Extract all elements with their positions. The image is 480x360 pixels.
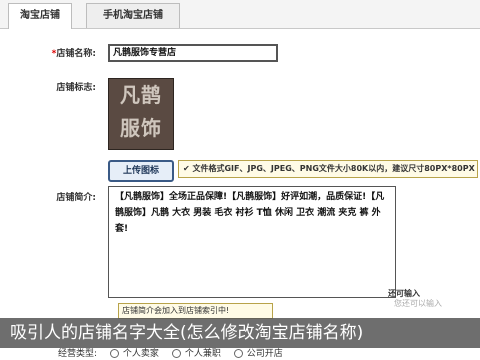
shop-logo-image: 凡鹊 服饰 <box>108 78 174 150</box>
tab-bar: 淘宝店铺 手机淘宝店铺 <box>0 0 480 29</box>
radio-part-time[interactable] <box>171 349 181 358</box>
logo-text-line1: 凡鹊 <box>120 83 162 107</box>
shop-intro-label: 店铺简介: <box>56 193 96 203</box>
radio-individual[interactable] <box>109 349 119 358</box>
business-type-label: 经营类型: <box>58 349 98 359</box>
tab-taobao-shop[interactable]: 淘宝店铺 <box>8 3 72 29</box>
shop-name-label: *店铺名称: <box>51 49 96 59</box>
radio-part-time-label: 个人兼职 <box>184 349 221 359</box>
index-tip: 店铺简介会加入到店铺索引中! <box>118 303 273 319</box>
radio-company-label: 公司开店 <box>246 349 283 359</box>
upload-logo-button[interactable]: 上传图标 <box>108 160 174 182</box>
article-title-banner: 吸引人的店铺名字大全(怎么修改淘宝店铺名称) <box>0 318 480 348</box>
upload-tip: ✔ 文件格式GIF、JPG、JPEG、PNG文件大小80K以内，建议尺寸80PX… <box>178 160 478 178</box>
shop-intro-textarea[interactable]: 【凡鹊服饰】全场正品保障!【凡鹊服饰】好评如潮，品质保证!【凡鹊服饰】凡鹊 大衣… <box>108 186 396 298</box>
input-hint: 您还可以输入 <box>394 299 442 308</box>
logo-text-line2: 服饰 <box>120 116 162 140</box>
business-type-row: 经营类型: 个人卖家 个人兼职 公司开店 <box>58 346 287 359</box>
radio-individual-label: 个人卖家 <box>122 349 159 359</box>
tab-mobile-taobao-shop[interactable]: 手机淘宝店铺 <box>86 3 180 28</box>
radio-company[interactable] <box>233 349 243 358</box>
shop-name-input[interactable]: 凡鹊服饰专营店 <box>108 44 278 62</box>
shop-logo-label: 店铺标志: <box>56 83 96 93</box>
index-tip-text: 店铺简介会加入到店铺索引中! <box>122 306 230 315</box>
